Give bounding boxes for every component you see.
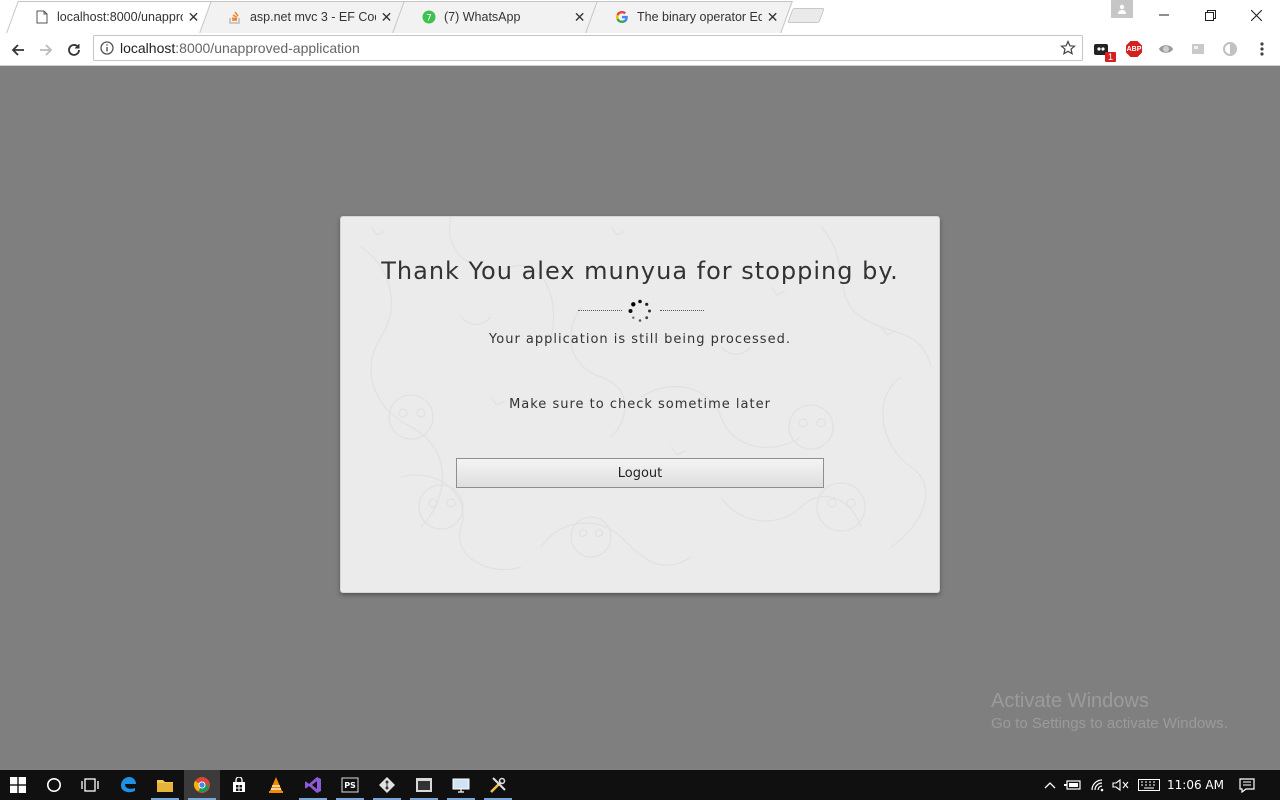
reminder-message: Make sure to check sometime later: [509, 397, 771, 412]
dotted-line-right: [660, 310, 704, 311]
keyboard-icon[interactable]: [1136, 770, 1162, 800]
file-explorer-icon[interactable]: [147, 770, 183, 800]
extension-circle-icon[interactable]: [1220, 39, 1240, 59]
close-icon[interactable]: ✕: [573, 9, 586, 26]
activate-windows-title: Activate Windows: [991, 690, 1149, 712]
tab-title: localhost:8000/unapprov: [56, 10, 184, 24]
tab-title: asp.net mvc 3 - EF Code: [249, 10, 377, 24]
cortana-search-icon[interactable]: [36, 770, 72, 800]
windows-taskbar: PS 11:06 AM: [0, 770, 1280, 800]
info-icon[interactable]: [94, 41, 120, 55]
taskbar-clock[interactable]: 11:06 AM: [1167, 770, 1224, 800]
dotted-line-left: [578, 310, 622, 311]
adblock-icon[interactable]: ABP: [1124, 39, 1144, 59]
menu-kebab-icon[interactable]: [1252, 39, 1272, 59]
terminal-window-icon[interactable]: [406, 770, 442, 800]
chrome-icon[interactable]: [184, 770, 220, 800]
powershell-label: PS: [344, 780, 356, 790]
loading-spinner-icon: [628, 299, 651, 322]
unapproved-application-card: Thank You alex munyua for stopping by. Y…: [340, 216, 940, 593]
reload-icon[interactable]: [62, 38, 86, 62]
page-icon: [36, 10, 49, 24]
url-path: :8000/unapproved-application: [175, 40, 360, 56]
browser-toolbar: localhost:8000/unapproved-application 1 …: [0, 33, 1280, 66]
tab-stackoverflow[interactable]: asp.net mvc 3 - EF Code ✕: [199, 1, 407, 33]
action-center-icon[interactable]: [1236, 770, 1258, 800]
whatsapp-icon: 7: [422, 10, 436, 24]
adblock-label: ABP: [1126, 45, 1142, 53]
tab-whatsapp[interactable]: 7 (7) WhatsApp ✕: [392, 1, 600, 33]
back-arrow-icon[interactable]: [6, 38, 30, 62]
status-message: Your application is still being processe…: [489, 332, 791, 347]
page-title: Thank You alex munyua for stopping by.: [381, 257, 899, 285]
google-icon: [615, 10, 629, 24]
visual-studio-icon[interactable]: [295, 770, 331, 800]
tab-google[interactable]: The binary operator Equ ✕: [585, 1, 793, 33]
extension-badge: 1: [1104, 52, 1116, 62]
activate-windows-subtitle: Go to Settings to activate Windows.: [991, 715, 1228, 732]
edge-browser-icon[interactable]: [110, 770, 146, 800]
extension-gray-icon[interactable]: [1156, 39, 1176, 59]
tab-title: The binary operator Equ: [637, 10, 763, 24]
logout-button[interactable]: Logout: [456, 458, 824, 488]
close-icon[interactable]: ✕: [187, 9, 200, 26]
url-text: localhost:8000/unapproved-application: [120, 40, 360, 56]
windows-start-icon[interactable]: [0, 770, 36, 800]
bookmark-star-icon[interactable]: [1060, 40, 1076, 61]
tab-strip: localhost:8000/unapprov ✕ asp.net mvc 3 …: [0, 0, 1280, 33]
tray-chevron-up-icon[interactable]: [1040, 770, 1060, 800]
vlc-icon[interactable]: [258, 770, 294, 800]
tab-localhost[interactable]: localhost:8000/unapprov ✕: [6, 1, 214, 33]
new-tab-button[interactable]: [787, 8, 825, 23]
close-icon[interactable]: ✕: [380, 9, 393, 26]
loading-divider: [341, 299, 939, 323]
address-bar[interactable]: localhost:8000/unapproved-application: [93, 35, 1083, 61]
git-icon[interactable]: [369, 770, 405, 800]
task-view-icon[interactable]: [72, 770, 108, 800]
svg-text:7: 7: [426, 14, 432, 24]
extension-square-icon[interactable]: [1188, 39, 1208, 59]
wifi-icon[interactable]: [1088, 770, 1110, 800]
url-host: localhost: [120, 40, 176, 56]
stackoverflow-icon: [229, 10, 242, 24]
battery-icon[interactable]: [1062, 770, 1084, 800]
tab-title: (7) WhatsApp: [444, 10, 521, 24]
extension-icon[interactable]: 1: [1092, 39, 1116, 62]
restore-icon[interactable]: [1187, 0, 1233, 30]
minimize-icon[interactable]: [1141, 0, 1187, 30]
volume-muted-icon[interactable]: [1110, 770, 1132, 800]
powershell-icon[interactable]: PS: [332, 770, 368, 800]
profile-icon[interactable]: [1111, 0, 1133, 18]
forward-arrow-icon[interactable]: [34, 38, 58, 62]
close-icon[interactable]: ✕: [766, 9, 779, 26]
remote-desktop-icon[interactable]: [443, 770, 479, 800]
store-icon[interactable]: [221, 770, 257, 800]
tools-icon[interactable]: [480, 770, 516, 800]
close-window-icon[interactable]: [1233, 0, 1279, 30]
